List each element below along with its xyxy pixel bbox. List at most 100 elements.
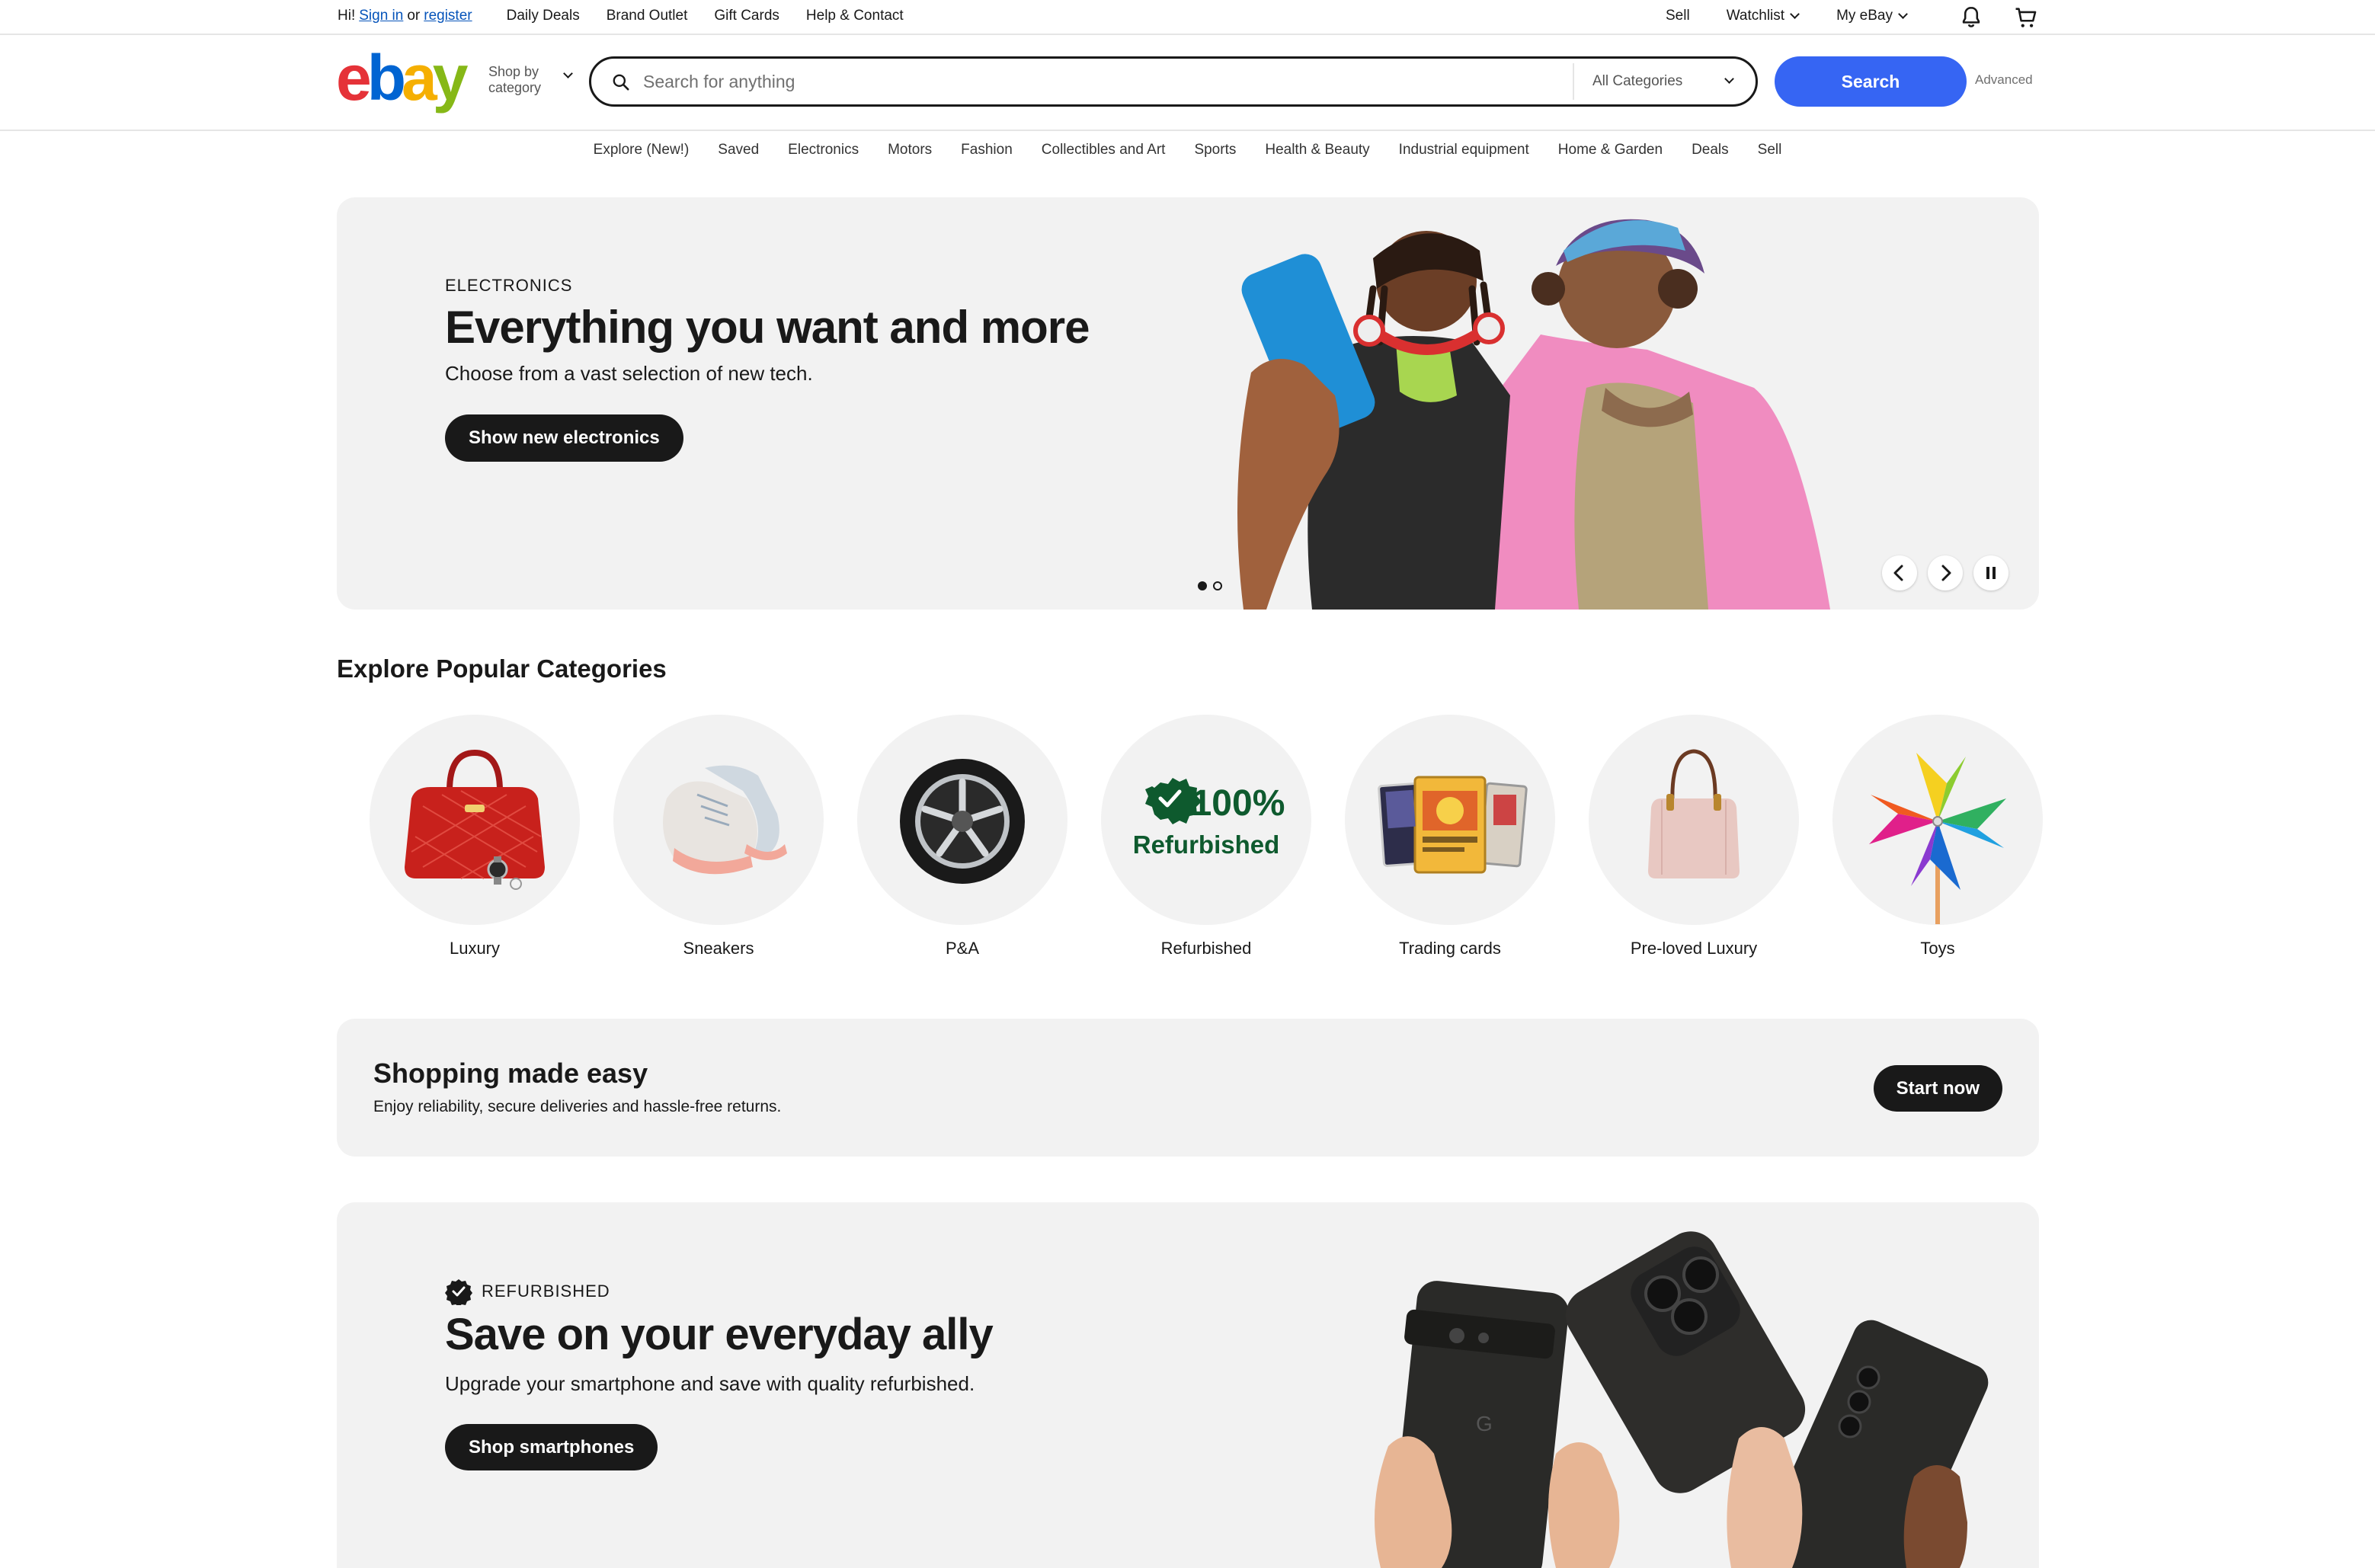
advanced-search-link[interactable]: Advanced [1975,72,2033,88]
watchlist-label: Watchlist [1726,8,1785,24]
category-image [370,715,580,925]
promo-kicker-text: REFURBISHED [482,1282,610,1301]
refurbished-promo-banner: REFURBISHED Save on your everyday ally U… [337,1202,2039,1568]
nav-deals[interactable]: Deals [1692,142,1729,158]
help-contact-link[interactable]: Help & Contact [806,8,904,24]
chevron-right-icon [1941,565,1951,581]
brand-outlet-link[interactable]: Brand Outlet [607,8,688,24]
logo-letter-a: a [402,42,437,114]
hero-subtitle: Choose from a vast selection of new tech… [445,362,813,385]
search-input[interactable] [643,68,1542,95]
site-header: ebay Shop by category All Categories Sea… [0,35,2375,131]
start-now-button[interactable]: Start now [1873,1065,2002,1112]
category-label: category [488,80,542,95]
category-label: Toys [1920,939,1955,958]
category-label: Refurbished [1160,939,1252,958]
nav-explore[interactable]: Explore (New!) [594,142,690,158]
nav-fashion[interactable]: Fashion [961,142,1013,158]
category-luxury[interactable]: Luxury [353,715,597,958]
category-label: Sneakers [683,939,754,958]
pinwheel-icon [1869,753,2006,924]
category-image [1589,715,1799,925]
google-g-mark: G [1476,1412,1493,1435]
hero-title: Everything you want and more [445,302,1090,353]
hero-kicker: ELECTRONICS [445,276,573,295]
top-utility-bar: Hi! Sign in or register Daily Deals Bran… [0,0,2375,35]
easy-subtitle: Enjoy reliability, secure deliveries and… [373,1098,782,1115]
nav-collectibles[interactable]: Collectibles and Art [1042,142,1166,158]
category-image [613,715,824,925]
nav-home-garden[interactable]: Home & Garden [1558,142,1663,158]
category-toys[interactable]: Toys [1816,715,2060,958]
shop-smartphones-button[interactable]: Shop smartphones [445,1424,658,1470]
nav-industrial[interactable]: Industrial equipment [1399,142,1529,158]
promo-title: Save on your everyday ally [445,1310,994,1359]
category-trading-cards[interactable]: Trading cards [1328,715,1572,958]
slide-dot-1[interactable] [1198,581,1207,590]
category-refurbished[interactable]: 100% Refurbished Refurbished [1084,715,1328,958]
pause-slideshow-button[interactable] [1973,555,2009,590]
badge-percent-text: 100% [1192,783,1285,824]
promo-subtitle: Upgrade your smartphone and save with qu… [445,1372,975,1395]
watchlist-dropdown[interactable]: Watchlist [1726,8,1800,24]
nav-saved[interactable]: Saved [718,142,759,158]
badge-refurbished-text: Refurbished [1133,830,1280,859]
category-label: Pre-loved Luxury [1630,939,1758,958]
sell-link[interactable]: Sell [1666,8,1690,24]
category-nav: Explore (New!) Saved Electronics Motors … [0,142,2375,158]
chevron-left-icon [1893,565,1903,581]
register-link[interactable]: register [424,8,472,24]
slide-dot-2[interactable] [1213,581,1222,590]
category-label: Trading cards [1399,939,1501,958]
category-parts-accessories[interactable]: P&A [840,715,1084,958]
nav-motors[interactable]: Motors [888,142,932,158]
shopping-made-easy-banner: Shopping made easy Enjoy reliability, se… [337,1019,2039,1157]
my-ebay-label: My eBay [1836,8,1893,24]
category-label: Luxury [449,939,501,958]
sign-in-link[interactable]: Sign in [359,8,403,24]
hero-banner: ELECTRONICS Everything you want and more… [337,197,2039,610]
hero-people-image [1237,219,1830,610]
refurbished-badge-icon: 100% Refurbished [1133,778,1285,859]
next-slide-button[interactable] [1928,555,1963,590]
category-sneakers[interactable]: Sneakers [597,715,840,958]
category-label: P&A [945,939,980,958]
category-select[interactable]: All Categories [1573,63,1756,100]
sneaker-icon [663,765,787,875]
shop-by-category-button[interactable]: Shop by category [488,64,541,96]
nav-sports[interactable]: Sports [1194,142,1236,158]
popular-categories-title: Explore Popular Categories [337,654,667,683]
search-button[interactable]: Search [1775,56,1967,107]
category-image [1832,715,2043,925]
category-pre-loved-luxury[interactable]: Pre-loved Luxury [1572,715,1816,958]
nav-health-beauty[interactable]: Health & Beauty [1265,142,1369,158]
trading-cards-icon [1378,776,1528,874]
cart-icon[interactable] [2013,5,2039,30]
greeting-text: Hi! [338,8,356,24]
easy-title: Shopping made easy [373,1058,648,1089]
previous-slide-button[interactable] [1882,555,1917,590]
nav-electronics[interactable]: Electronics [788,142,859,158]
chevron-down-icon [1790,8,1800,19]
logo-letter-y: y [432,42,469,114]
gift-cards-link[interactable]: Gift Cards [714,8,779,24]
show-new-electronics-button[interactable]: Show new electronics [445,414,683,462]
bell-icon[interactable] [1958,5,1984,30]
my-ebay-dropdown[interactable]: My eBay [1836,8,1908,24]
chevron-down-icon[interactable] [563,69,573,78]
category-image: 100% Refurbished [1101,715,1311,925]
ebay-logo[interactable]: ebay [336,46,468,110]
pause-icon [1986,567,1996,579]
verified-badge-icon [445,1279,472,1305]
smartphones-image: G [1375,1231,1989,1568]
promo-kicker: REFURBISHED [445,1278,610,1305]
popular-categories-list: Luxury Sneakers P&A 100% Refurbished Ref… [353,715,2060,958]
nav-sell[interactable]: Sell [1758,142,1782,158]
top-left-links: Hi! Sign in or register Daily Deals Bran… [338,8,904,24]
or-text: or [407,8,421,24]
category-image [1345,715,1555,925]
category-select-value: All Categories [1592,73,1683,89]
chevron-down-icon [1898,8,1908,19]
daily-deals-link[interactable]: Daily Deals [507,8,580,24]
slide-indicators [1198,581,1228,590]
